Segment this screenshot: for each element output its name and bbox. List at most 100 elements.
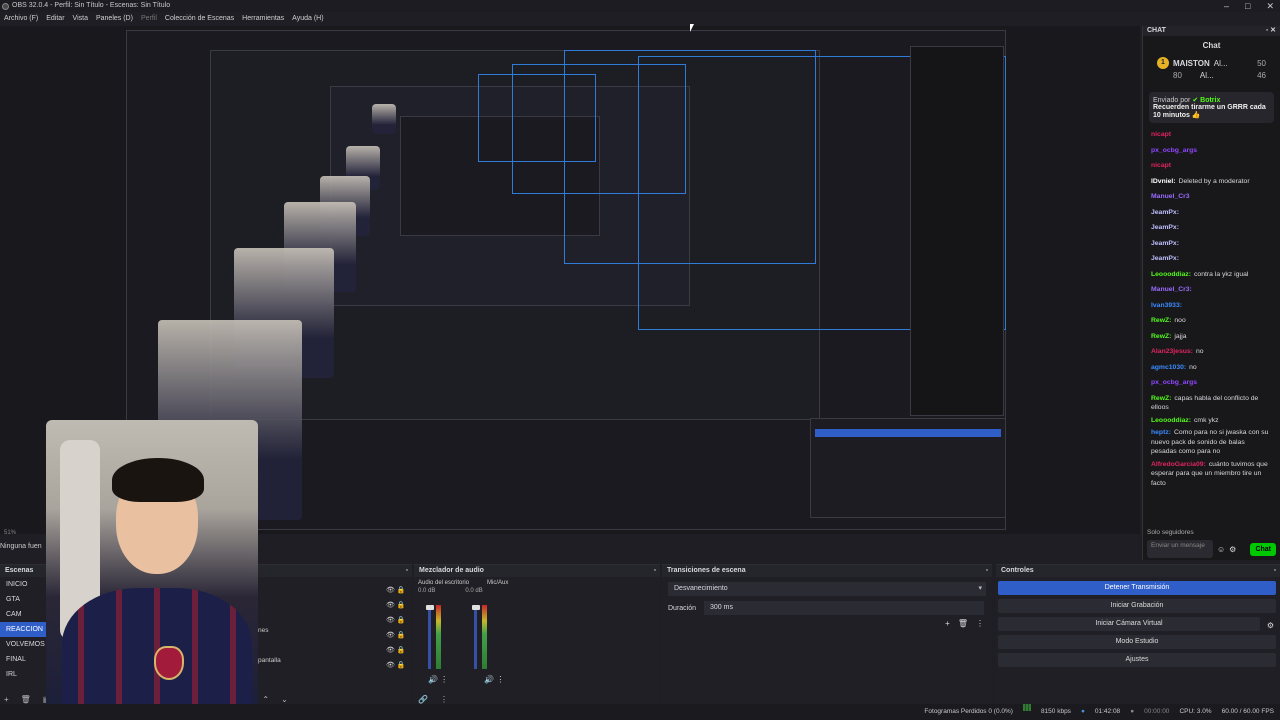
transition-select[interactable]: Desvanecimiento (668, 582, 986, 596)
scene-item[interactable]: REACCION (0, 622, 46, 637)
emoji-icon[interactable]: ☺ (1217, 545, 1225, 554)
chat-message: Manuel_Cr3: (1151, 282, 1272, 298)
chat-username[interactable]: Ivan3933: (1151, 302, 1182, 309)
chat-username[interactable]: JeamPx: (1151, 240, 1179, 247)
chat-username[interactable]: nicapt (1151, 162, 1171, 169)
chat-text: contra la ykz igual (1194, 270, 1249, 278)
move-up-icon[interactable]: ⌃ (262, 695, 269, 704)
rank-badge-icon: 1 (1157, 57, 1169, 69)
move-down-icon[interactable]: ⌄ (281, 695, 288, 704)
chat-message: AlfredoGarcia09: cuánto tuvimos que esper… (1151, 460, 1272, 489)
eye-icon[interactable]: 👁 🔒 (386, 628, 406, 643)
menu-editar[interactable]: Editar (46, 12, 64, 25)
chat-username[interactable]: RewZ: (1151, 333, 1171, 340)
chat-send-button[interactable]: Chat (1250, 542, 1276, 556)
mixer-dock-header: Mezclador de audio ▫ (414, 565, 660, 577)
eye-icon[interactable]: 👁 🔒 (386, 613, 406, 628)
remove-icon[interactable]: 🗑 (958, 619, 968, 628)
chat-message: JeamPx: (1151, 236, 1272, 252)
speaker-icon[interactable]: 🔊 ⋮ (484, 675, 504, 684)
chat-username[interactable]: px_ocbg_args (1151, 147, 1197, 154)
pinned-message[interactable]: Enviado por ✔ Botrix Recuerden tirarme u… (1149, 92, 1274, 123)
eye-icon[interactable]: 👁 🔒 (386, 598, 406, 613)
add-icon[interactable]: + (945, 619, 950, 628)
menu-paneles[interactable]: Paneles (D) (96, 12, 133, 25)
remove-icon[interactable]: 🗑 (21, 695, 31, 704)
menu-vista[interactable]: Vista (73, 12, 88, 25)
fader-knob[interactable] (472, 605, 480, 610)
nested-controls-panel (810, 418, 1006, 518)
eye-icon[interactable]: 👁 🔒 (386, 658, 406, 673)
chat-message: Leoooddiaz: contra la ykz igual (1151, 267, 1272, 283)
pinned-text: Recuerden tirarme un GRRR cada 10 minuto… (1153, 104, 1266, 119)
chat-text: jajja (1174, 332, 1187, 340)
chat-username[interactable]: Manuel_Cr3 (1151, 193, 1190, 200)
minimize-icon[interactable]: – (1224, 0, 1229, 12)
hair (112, 458, 204, 502)
dock-float-icon[interactable]: ▫ (406, 565, 408, 577)
chat-username[interactable]: Leoooddiaz: (1151, 271, 1191, 278)
dock-float-icon[interactable]: ▫ (1274, 565, 1276, 577)
chat-username[interactable]: agmc1030: (1151, 364, 1186, 371)
menu-coleccion[interactable]: Colección de Escenas (165, 12, 234, 25)
chat-message: Manuel_Cr3 (1151, 189, 1272, 205)
chat-username[interactable]: RewZ: (1151, 317, 1171, 324)
start-virtual-camera-button[interactable]: Iniciar Cámara Virtual (998, 617, 1260, 631)
stop-streaming-button[interactable]: Detener Transmisión (998, 581, 1276, 595)
fps: 60.00 / 60.00 FPS (1221, 708, 1274, 715)
menu-ayuda[interactable]: Ayuda (H) (292, 12, 323, 25)
more-icon[interactable]: ⋮ (440, 695, 448, 704)
eye-icon[interactable]: 👁 🔒 (386, 583, 406, 598)
chat-message: IDvniel: Deleted by a moderator (1151, 174, 1272, 190)
chat-username[interactable]: px_ocbg_args (1151, 379, 1197, 386)
settings-gear-icon[interactable]: ⚙ (1229, 545, 1236, 554)
more-icon[interactable]: ⋮ (976, 619, 984, 628)
chat-username[interactable]: JeamPx: (1151, 209, 1179, 216)
audio-meter (436, 605, 441, 669)
chat-username[interactable]: heptz: (1151, 429, 1171, 436)
maximize-icon[interactable]: □ (1245, 0, 1250, 12)
start-recording-button[interactable]: Iniciar Grabación (998, 599, 1276, 613)
chat-username[interactable]: AlfredoGarcia09: (1151, 461, 1206, 468)
record-time: 00:00:00 (1144, 708, 1170, 715)
volume-fader[interactable] (428, 605, 431, 669)
close-icon[interactable]: ✕ (1266, 0, 1274, 12)
source-name-fragment: pantalla (258, 657, 281, 664)
duration-input[interactable]: 300 ms (704, 601, 985, 615)
settings-button[interactable]: Ajustes (998, 653, 1276, 667)
eye-icon[interactable]: 👁 🔒 (386, 643, 406, 658)
chat-message: nicapt (1151, 158, 1272, 174)
chat-username[interactable]: JeamPx: (1151, 255, 1179, 262)
virtual-camera-gear-icon[interactable]: ⚙ (1267, 621, 1274, 630)
chat-text: Deleted by a moderator (1178, 177, 1250, 185)
dock-float-icon[interactable]: ▫ (654, 565, 656, 577)
fader-knob[interactable] (426, 605, 434, 610)
chat-username[interactable]: Alan23jesus: (1151, 348, 1193, 355)
studio-mode-button[interactable]: Modo Estudio (998, 635, 1276, 649)
chat-message: Leoooddiaz: cmk ykz (1151, 416, 1272, 426)
menu-archivo[interactable]: Archivo (F) (4, 12, 38, 25)
channel-db: 0.0 dB (418, 588, 436, 594)
menu-perfil[interactable]: Perfil (141, 12, 157, 25)
add-icon[interactable]: + (4, 695, 9, 704)
chat-input[interactable]: Enviar un mensaje (1147, 540, 1213, 558)
dock-float-icon[interactable]: ▫ (986, 565, 988, 577)
chat-leaderboard-row2: 80 Al... 46 (1143, 71, 1280, 82)
chat-title: Chat (1202, 41, 1221, 50)
chat-username[interactable]: JeamPx: (1151, 224, 1179, 231)
menu-herramientas[interactable]: Herramientas (242, 12, 284, 25)
chat-username[interactable]: nicapt (1151, 131, 1171, 138)
volume-fader[interactable] (474, 605, 477, 669)
chat-username[interactable]: RewZ: (1151, 395, 1171, 402)
chat-username[interactable]: Leoooddiaz: (1151, 417, 1191, 424)
followers-only-label: Solo seguidores (1147, 529, 1194, 536)
chat-text: noo (1174, 317, 1186, 324)
chat-username[interactable]: Manuel_Cr3: (1151, 286, 1192, 293)
link-icon[interactable]: 🔗 (418, 695, 428, 704)
chat-username[interactable]: IDvniel: (1151, 178, 1176, 185)
pinned-sender-prefix: Enviado por (1153, 97, 1191, 104)
dock-options-icon[interactable]: ▫ ✕ (1266, 26, 1276, 36)
audio-mixer-dock: Mezclador de audio ▫ Audio del escritori… (414, 564, 660, 704)
chat-message: JeamPx: (1151, 220, 1272, 236)
speaker-icon[interactable]: 🔊 ⋮ (428, 675, 448, 684)
